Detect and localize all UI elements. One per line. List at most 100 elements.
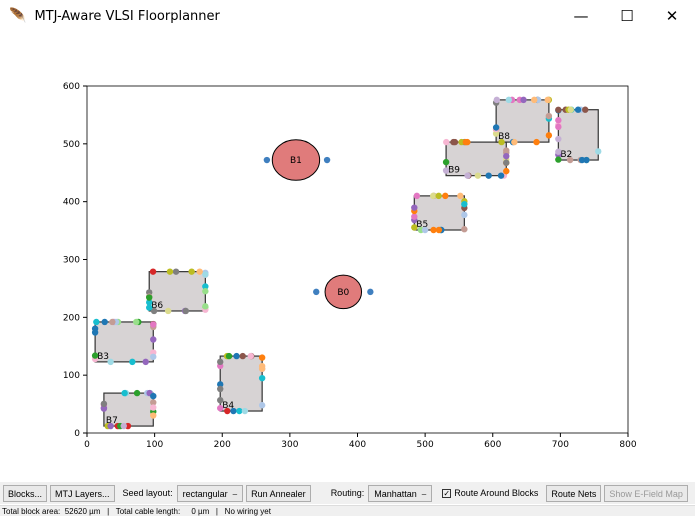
pin <box>411 224 418 231</box>
mtj-pin <box>367 288 374 296</box>
pin <box>485 172 492 179</box>
pin <box>492 124 500 131</box>
pin <box>121 389 128 397</box>
pin <box>196 268 203 275</box>
pin <box>150 321 157 328</box>
pin <box>91 352 99 359</box>
pin <box>461 226 468 233</box>
pin <box>411 213 418 220</box>
pin <box>172 268 180 275</box>
route-around-checkbox[interactable]: ✓ <box>442 488 452 498</box>
pin <box>464 172 471 179</box>
mtj-label: B0 <box>337 288 349 298</box>
x-tick-label: 800 <box>619 440 636 450</box>
mtj-pin <box>263 156 271 164</box>
pin <box>217 396 224 404</box>
seed-layout-label: Seed layout: <box>122 488 173 498</box>
close-button[interactable]: ✕ <box>649 0 695 32</box>
mtj-pin <box>313 288 320 296</box>
pin <box>146 294 153 301</box>
y-tick-label: 300 <box>63 256 80 266</box>
pin <box>430 192 437 200</box>
pin <box>503 147 510 154</box>
pin <box>578 156 586 164</box>
pin <box>451 138 459 146</box>
x-tick-label: 500 <box>417 440 434 450</box>
pin <box>531 96 538 104</box>
pin <box>120 422 127 430</box>
pin <box>149 268 157 275</box>
pin <box>224 407 231 415</box>
pin <box>164 307 172 315</box>
seed-layout-select[interactable]: rectangular ⎯ <box>176 484 244 502</box>
maximize-button[interactable]: ☐ <box>604 0 650 32</box>
pin <box>109 318 116 326</box>
pin <box>150 336 157 343</box>
pin <box>142 358 149 366</box>
pin <box>533 138 540 146</box>
y-tick-label: 200 <box>63 313 80 323</box>
pin <box>101 318 108 326</box>
pin <box>217 385 224 393</box>
pin <box>258 354 266 361</box>
pin <box>442 167 450 174</box>
floorplan-plot: 0 100 200 300 400 500 600 700 800 0 100 200 300 400 50… <box>63 82 637 450</box>
pin <box>503 159 510 166</box>
run-annealer-button[interactable]: Run Annealer <box>246 484 311 502</box>
pin <box>188 268 195 275</box>
minimize-button[interactable]: — <box>558 0 604 32</box>
mtj-pin <box>323 156 331 164</box>
show-efield-button[interactable]: Show E-Field Map <box>604 484 688 502</box>
pin <box>462 138 470 146</box>
feather-icon: 🪶 <box>9 8 27 24</box>
x-tick-label: 700 <box>552 440 569 450</box>
block-label: B3 <box>97 352 109 362</box>
pin <box>258 374 266 382</box>
pin <box>505 96 513 104</box>
blocks-button[interactable]: Blocks... <box>3 484 48 502</box>
pin <box>555 135 562 143</box>
pin <box>93 318 100 326</box>
pin <box>461 211 468 219</box>
pin <box>555 123 562 131</box>
pin <box>574 106 582 113</box>
pin <box>421 226 429 234</box>
pin <box>150 404 157 411</box>
pin <box>555 148 562 155</box>
pin <box>91 325 99 332</box>
pin <box>166 268 174 275</box>
pin <box>107 358 114 366</box>
pin <box>520 96 527 104</box>
pin <box>497 172 505 179</box>
x-tick-label: 200 <box>214 440 231 450</box>
block-label: B9 <box>448 166 460 176</box>
pin <box>236 407 243 415</box>
dropdown-icon: ⎯ <box>230 488 238 499</box>
pin <box>230 407 237 415</box>
y-tick-label: 500 <box>63 140 80 150</box>
pin <box>100 400 108 408</box>
pin <box>150 353 157 360</box>
pin <box>595 148 602 155</box>
pin <box>150 412 157 419</box>
pin <box>413 192 421 200</box>
routing-select[interactable]: Manhattan ⎯ <box>368 484 433 502</box>
pin <box>443 138 450 146</box>
pin <box>241 407 249 415</box>
pin <box>567 106 574 113</box>
route-nets-button[interactable]: Route Nets <box>546 484 602 502</box>
routing-value: Manhattan <box>374 488 417 499</box>
pin <box>435 226 443 234</box>
y-tick-label: 400 <box>63 198 80 208</box>
pin <box>566 156 574 164</box>
mtj-layers-button[interactable]: MTJ Layers... <box>50 484 115 502</box>
pin <box>511 138 518 146</box>
pin <box>498 138 505 146</box>
pin <box>202 303 209 310</box>
pin <box>442 192 449 200</box>
pin <box>555 106 562 114</box>
pin <box>582 106 589 113</box>
pin <box>461 200 468 208</box>
pin <box>544 96 551 104</box>
pin <box>247 352 254 360</box>
